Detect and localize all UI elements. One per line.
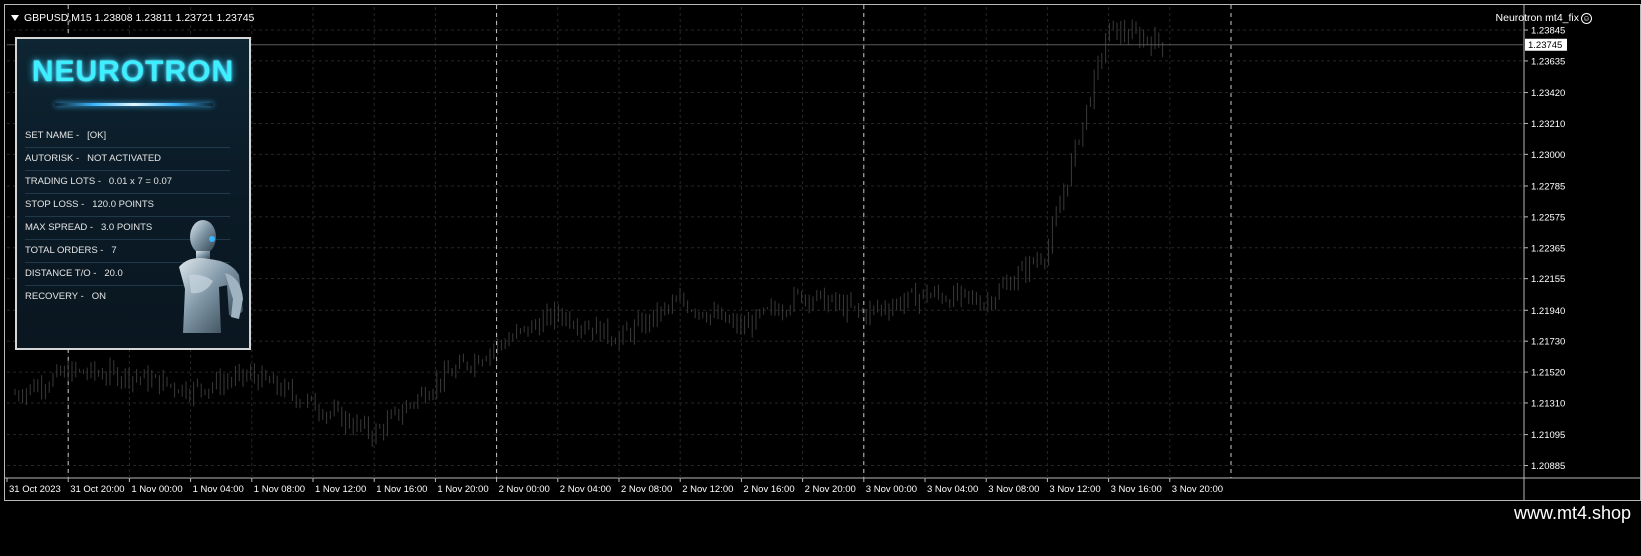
smiley-icon: ☺ (1581, 12, 1592, 24)
robot-illustration (179, 220, 243, 333)
collapse-triangle-icon[interactable] (11, 15, 19, 21)
chart-window[interactable]: 1.23845 1.23635 1.23420 1.23210 1.23000 1.227… (4, 4, 1641, 501)
symbol-header: GBPUSD,M15 1.23808 1.23811 1.23721 1.237… (11, 12, 254, 24)
time-tick-label-16: 3 Nov 08:00 (988, 484, 1039, 495)
time-tick-label-15: 3 Nov 04:00 (927, 484, 978, 495)
price-tick-label-6: 1.22575 (1531, 212, 1565, 223)
price-tick-label-1: 1.23635 (1531, 56, 1565, 67)
time-tick-label-5: 1 Nov 12:00 (315, 484, 366, 495)
title-glow-divider (55, 103, 213, 106)
price-tick-label-4: 1.23000 (1531, 150, 1565, 161)
ea-name-text: Neurotron mt4_fix (1495, 12, 1579, 24)
price-tick-label-12: 1.21310 (1531, 398, 1565, 409)
current-price-label: 1.23745 (1528, 40, 1562, 51)
time-tick-label-14: 3 Nov 00:00 (866, 484, 917, 495)
price-tick-label-5: 1.22785 (1531, 181, 1565, 192)
time-tick-label-0: 31 Oct 2023 (9, 484, 61, 495)
panel-row-trading-lots: TRADING LOTS - 0.01 x 7 = 0.07 (25, 171, 230, 194)
panel-row-set-name: SET NAME - [OK] (25, 125, 230, 148)
time-tick-label-1: 31 Oct 20:00 (70, 484, 124, 495)
price-tick-label-2: 1.23420 (1531, 88, 1565, 99)
symbol-label: GBPUSD,M15 1.23808 1.23811 1.23721 1.237… (24, 12, 255, 24)
time-tick-label-9: 2 Nov 04:00 (560, 484, 611, 495)
watermark-text: www.mt4.shop (1513, 503, 1631, 523)
price-tick-label-3: 1.23210 (1531, 119, 1565, 130)
price-tick-label-10: 1.21730 (1531, 337, 1565, 348)
panel-title: NEUROTRON (31, 55, 235, 88)
time-tick-label-18: 3 Nov 16:00 (1111, 484, 1162, 495)
time-tick-label-7: 1 Nov 20:00 (437, 484, 488, 495)
time-tick-label-10: 2 Nov 08:00 (621, 484, 672, 495)
time-tick-label-17: 3 Nov 12:00 (1049, 484, 1100, 495)
price-tick-label-13: 1.21095 (1531, 430, 1565, 441)
neurotron-info-panel: NEUROTRON SET NAME - [OK] AUTORISK - NOT… (15, 37, 251, 350)
time-tick-label-6: 1 Nov 16:00 (376, 484, 427, 495)
price-tick-label-7: 1.22365 (1531, 243, 1565, 254)
price-tick-label-14: 1.20885 (1531, 461, 1565, 472)
price-tick-label-11: 1.21520 (1531, 368, 1565, 379)
time-tick-label-13: 2 Nov 20:00 (805, 484, 856, 495)
price-tick-label-9: 1.21940 (1531, 306, 1565, 317)
price-tick-label-0: 1.23845 (1531, 26, 1565, 37)
time-tick-label-12: 2 Nov 16:00 (743, 484, 794, 495)
time-tick-label-2: 1 Nov 00:00 (131, 484, 182, 495)
panel-row-autorisk: AUTORISK - NOT ACTIVATED (25, 148, 230, 171)
panel-row-stop-loss: STOP LOSS - 120.0 POINTS (25, 194, 230, 217)
time-tick-label-3: 1 Nov 04:00 (193, 484, 244, 495)
time-tick-label-19: 3 Nov 20:00 (1172, 484, 1223, 495)
time-tick-label-4: 1 Nov 08:00 (254, 484, 305, 495)
time-tick-label-8: 2 Nov 00:00 (499, 484, 550, 495)
expert-advisor-label[interactable]: Neurotron mt4_fix ☺ (1496, 12, 1592, 24)
time-tick-label-11: 2 Nov 12:00 (682, 484, 733, 495)
price-tick-label-8: 1.22155 (1531, 274, 1565, 285)
